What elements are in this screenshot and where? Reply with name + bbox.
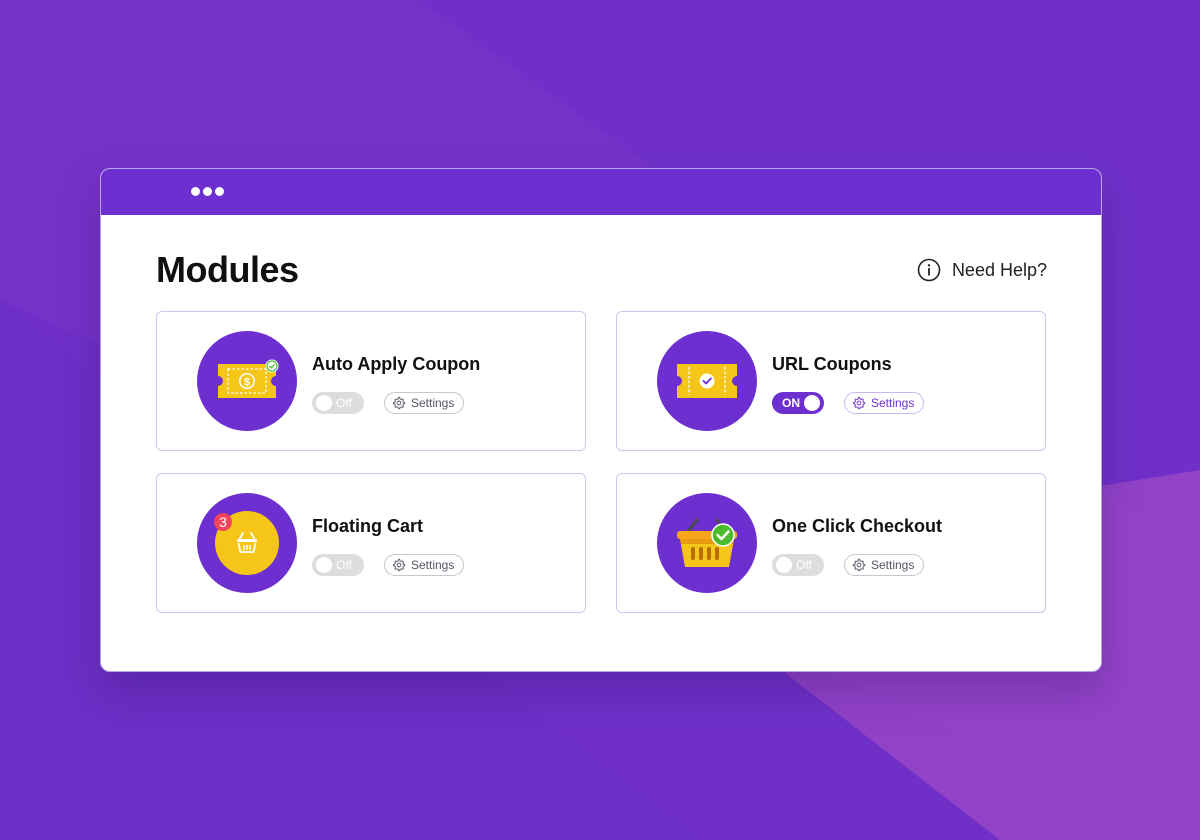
gear-icon xyxy=(392,558,406,572)
dot xyxy=(203,187,212,196)
module-card-one-click-checkout: One Click Checkout Off Settings xyxy=(616,473,1046,613)
settings-label: Settings xyxy=(411,396,455,410)
module-toggle[interactable]: ON xyxy=(772,392,824,414)
toggle-knob xyxy=(316,395,332,411)
gear-icon xyxy=(852,558,866,572)
toggle-label: Off xyxy=(796,558,812,572)
toggle-knob xyxy=(316,557,332,573)
svg-text:$: $ xyxy=(244,377,250,389)
toggle-knob xyxy=(804,395,820,411)
settings-button[interactable]: Settings xyxy=(844,554,925,576)
toggle-knob xyxy=(776,557,792,573)
module-title: One Click Checkout xyxy=(772,516,943,536)
need-help-label: Need Help? xyxy=(951,259,1047,280)
coupon-dollar-icon: $ xyxy=(197,331,297,431)
dot xyxy=(191,187,200,196)
module-card-auto-apply-coupon: $ Auto Apply Coupon Off Settings xyxy=(156,311,586,451)
module-title: URL Coupons xyxy=(772,354,892,374)
settings-button[interactable]: Settings xyxy=(384,554,465,576)
module-toggle[interactable]: Off xyxy=(772,554,824,576)
settings-label: Settings xyxy=(411,558,455,572)
toggle-label: ON xyxy=(782,396,800,410)
settings-button[interactable]: Settings xyxy=(844,392,925,414)
coupon-check-icon xyxy=(657,331,757,431)
toggle-label: Off xyxy=(336,396,352,410)
window-titlebar xyxy=(101,169,1101,215)
modules-window: Modules Need Help? $ Auto Apply Coupon O… xyxy=(100,168,1102,672)
module-title: Floating Cart xyxy=(312,516,423,536)
info-circle-icon xyxy=(917,258,941,282)
module-card-url-coupons: URL Coupons ON Settings xyxy=(616,311,1046,451)
toggle-label: Off xyxy=(336,558,352,572)
module-card-floating-cart: 3 Floating Cart Off Settings xyxy=(156,473,586,613)
module-title: Auto Apply Coupon xyxy=(312,354,481,374)
page-title: Modules xyxy=(156,249,299,290)
need-help-link[interactable]: Need Help? xyxy=(917,258,1047,282)
settings-button[interactable]: Settings xyxy=(384,392,465,414)
cart-badge-count: 3 xyxy=(219,514,227,530)
floating-basket-icon: 3 xyxy=(197,493,297,593)
settings-label: Settings xyxy=(871,558,915,572)
module-toggle[interactable]: Off xyxy=(312,554,364,576)
checkout-basket-icon xyxy=(657,493,757,593)
three-dots-icon[interactable] xyxy=(191,187,224,196)
module-toggle[interactable]: Off xyxy=(312,392,364,414)
settings-label: Settings xyxy=(871,396,915,410)
gear-icon xyxy=(852,396,866,410)
dot xyxy=(215,187,224,196)
gear-icon xyxy=(392,396,406,410)
